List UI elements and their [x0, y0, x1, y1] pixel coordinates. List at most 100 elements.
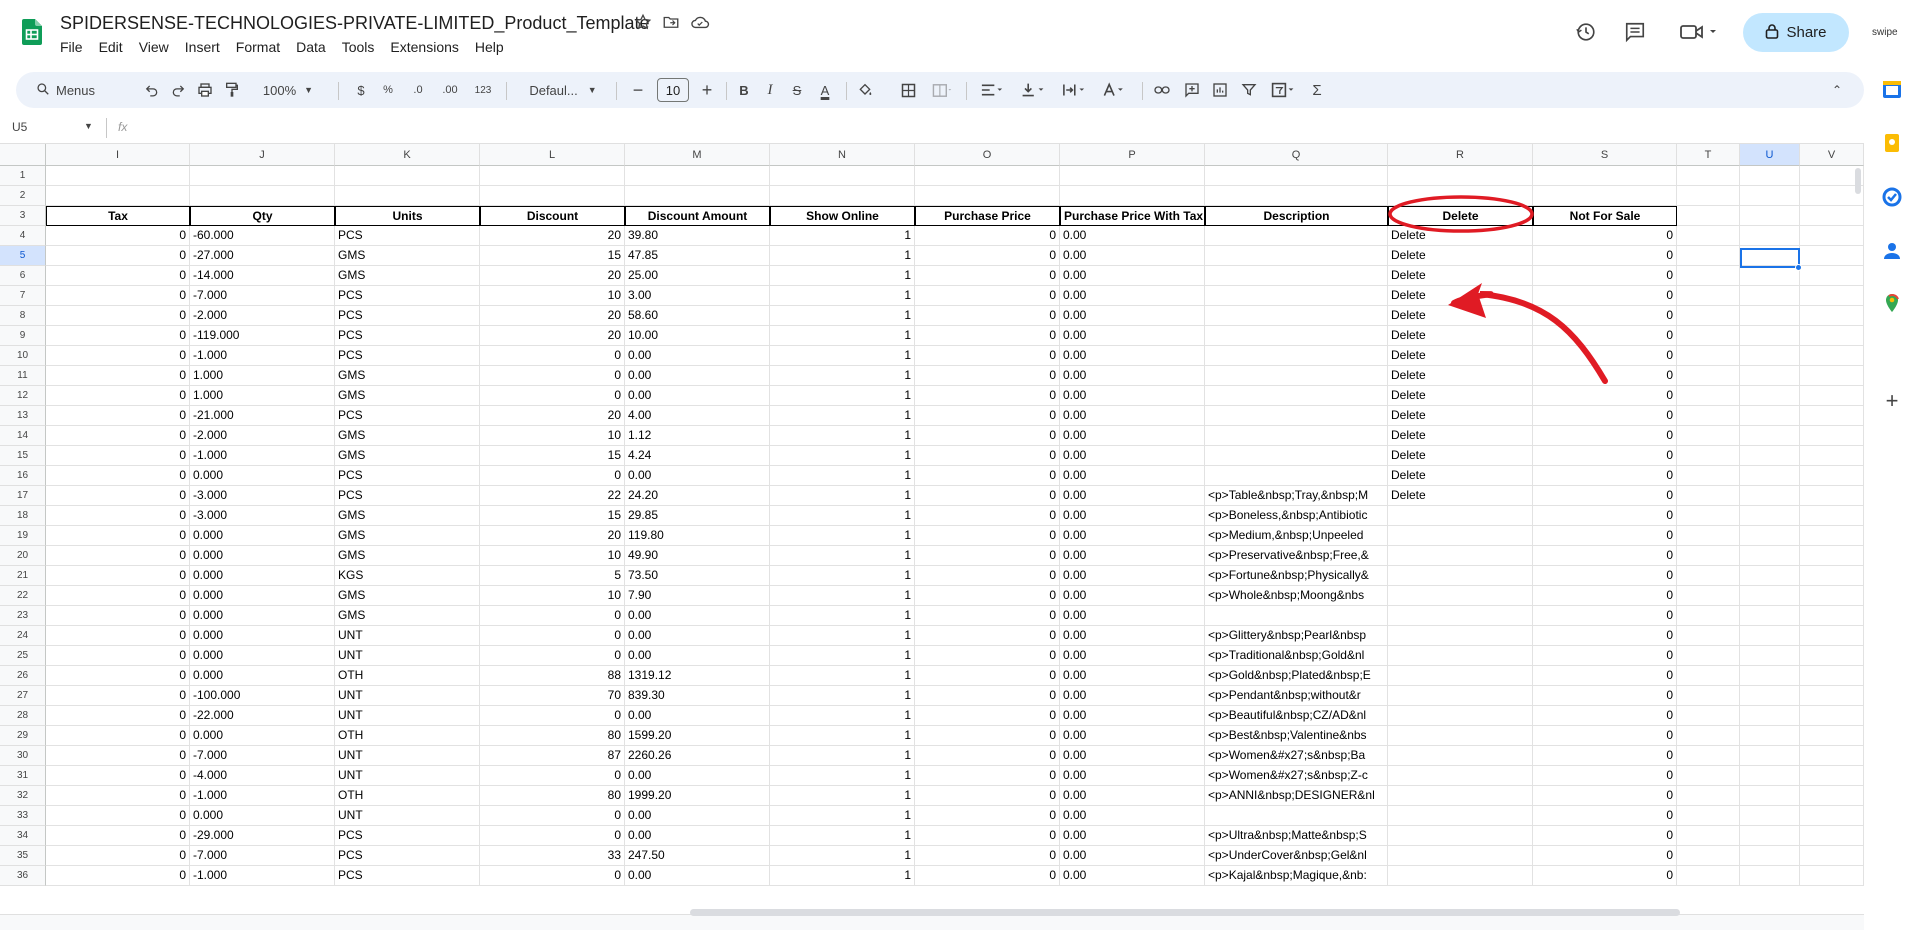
menu-insert[interactable]: Insert	[177, 39, 228, 55]
delete-cell[interactable]	[1388, 546, 1533, 566]
data-cell[interactable]: <p>UnderCover&nbsp;Gel&nl	[1205, 846, 1388, 866]
data-cell[interactable]: 10	[480, 546, 625, 566]
row-header[interactable]: 35	[0, 846, 46, 866]
empty-cell[interactable]	[1677, 266, 1740, 286]
empty-cell[interactable]	[1740, 586, 1800, 606]
empty-cell[interactable]	[1800, 506, 1864, 526]
data-cell[interactable]: 1	[770, 566, 915, 586]
data-cell[interactable]: 0.00	[1060, 226, 1205, 246]
empty-cell[interactable]	[1800, 246, 1864, 266]
data-cell[interactable]: <p>Table&nbsp;Tray,&nbsp;M	[1205, 486, 1388, 506]
data-cell[interactable]: 0.00	[1060, 646, 1205, 666]
data-cell[interactable]: GMS	[335, 606, 480, 626]
empty-cell[interactable]	[1800, 706, 1864, 726]
delete-cell[interactable]	[1388, 806, 1533, 826]
delete-cell[interactable]	[1388, 646, 1533, 666]
data-cell[interactable]: 1	[770, 266, 915, 286]
data-cell[interactable]: 0.00	[625, 806, 770, 826]
empty-cell[interactable]	[1740, 206, 1800, 226]
data-cell[interactable]: 1	[770, 586, 915, 606]
data-cell[interactable]: 0.00	[1060, 426, 1205, 446]
empty-cell[interactable]	[1740, 566, 1800, 586]
chevron-down-icon[interactable]: ▼	[84, 121, 93, 131]
data-cell[interactable]: 0	[915, 306, 1060, 326]
data-cell[interactable]: GMS	[335, 266, 480, 286]
row-header[interactable]: 33	[0, 806, 46, 826]
empty-cell[interactable]	[1740, 366, 1800, 386]
delete-cell[interactable]	[1388, 826, 1533, 846]
data-cell[interactable]: 0.00	[1060, 566, 1205, 586]
empty-cell[interactable]	[1740, 446, 1800, 466]
data-cell[interactable]: <p>Boneless,&nbsp;Antibiotic	[1205, 506, 1388, 526]
data-cell[interactable]: 0	[46, 586, 190, 606]
data-cell[interactable]: 0.00	[1060, 346, 1205, 366]
data-cell[interactable]: 10	[480, 286, 625, 306]
row-header[interactable]: 26	[0, 666, 46, 686]
data-cell[interactable]: <p>Women&#x27;s&nbsp;Ba	[1205, 746, 1388, 766]
italic-button[interactable]: I	[760, 72, 780, 108]
data-cell[interactable]: 0	[1533, 386, 1677, 406]
data-cell[interactable]: 1	[770, 706, 915, 726]
empty-cell[interactable]	[1677, 166, 1740, 186]
currency-format-button[interactable]: $	[352, 72, 370, 108]
horizontal-align-icon[interactable]	[974, 72, 1010, 108]
data-cell[interactable]: 1	[770, 626, 915, 646]
column-header-o[interactable]: O	[915, 144, 1060, 166]
data-cell[interactable]: 0	[1533, 826, 1677, 846]
data-cell[interactable]: 88	[480, 666, 625, 686]
data-cell[interactable]: 0.00	[1060, 826, 1205, 846]
data-cell[interactable]: 0	[915, 446, 1060, 466]
header-cell[interactable]: Discount Amount	[625, 206, 770, 226]
data-cell[interactable]: 0.00	[1060, 606, 1205, 626]
font-size-input[interactable]: 10	[657, 78, 689, 102]
data-cell[interactable]: 0	[1533, 226, 1677, 246]
data-cell[interactable]: 0	[1533, 526, 1677, 546]
row-header[interactable]: 12	[0, 386, 46, 406]
empty-cell[interactable]	[1677, 866, 1740, 886]
empty-cell[interactable]	[1800, 726, 1864, 746]
data-cell[interactable]: UNT	[335, 706, 480, 726]
data-cell[interactable]: 0	[915, 486, 1060, 506]
data-cell[interactable]: 1	[770, 726, 915, 746]
row-header[interactable]: 7	[0, 286, 46, 306]
data-cell[interactable]: 0.00	[1060, 506, 1205, 526]
data-cell[interactable]: 0	[46, 226, 190, 246]
data-cell[interactable]: <p>Beautiful&nbsp;CZ/AD&nl	[1205, 706, 1388, 726]
empty-cell[interactable]	[1740, 546, 1800, 566]
row-header[interactable]: 1	[0, 166, 46, 186]
data-cell[interactable]: 0	[915, 286, 1060, 306]
data-cell[interactable]: 0.000	[190, 526, 335, 546]
data-cell[interactable]: 0	[915, 586, 1060, 606]
empty-cell[interactable]	[1800, 306, 1864, 326]
empty-cell[interactable]	[1800, 266, 1864, 286]
insert-comment-icon[interactable]	[1181, 72, 1203, 108]
decrease-decimal-button[interactable]: .0	[406, 72, 430, 108]
data-cell[interactable]: 0	[46, 286, 190, 306]
data-cell[interactable]: 1	[770, 386, 915, 406]
data-cell[interactable]: 20	[480, 406, 625, 426]
data-cell[interactable]: 0	[915, 226, 1060, 246]
data-cell[interactable]: 0.00	[1060, 586, 1205, 606]
empty-cell[interactable]	[1800, 366, 1864, 386]
delete-cell[interactable]: Delete	[1388, 426, 1533, 446]
increase-decimal-button[interactable]: .00	[437, 72, 463, 108]
empty-cell[interactable]	[1677, 486, 1740, 506]
data-cell[interactable]: <p>ANNI&nbsp;DESIGNER&nl	[1205, 786, 1388, 806]
data-cell[interactable]: 0	[46, 246, 190, 266]
data-cell[interactable]: 70	[480, 686, 625, 706]
data-cell[interactable]: 0.000	[190, 566, 335, 586]
sheets-logo-icon[interactable]	[22, 19, 42, 50]
data-cell[interactable]: 10	[480, 426, 625, 446]
empty-cell[interactable]	[1800, 346, 1864, 366]
data-cell[interactable]: 0.00	[1060, 326, 1205, 346]
add-addon-icon[interactable]: +	[1881, 390, 1903, 412]
data-cell[interactable]: 1	[770, 226, 915, 246]
empty-cell[interactable]	[1740, 186, 1800, 206]
data-cell[interactable]: 0	[1533, 446, 1677, 466]
row-header[interactable]: 8	[0, 306, 46, 326]
data-cell[interactable]: 0	[915, 466, 1060, 486]
data-cell[interactable]: <p>Gold&nbsp;Plated&nbsp;E	[1205, 666, 1388, 686]
data-cell[interactable]: -1.000	[190, 786, 335, 806]
empty-cell[interactable]	[1677, 686, 1740, 706]
empty-cell[interactable]	[1740, 746, 1800, 766]
